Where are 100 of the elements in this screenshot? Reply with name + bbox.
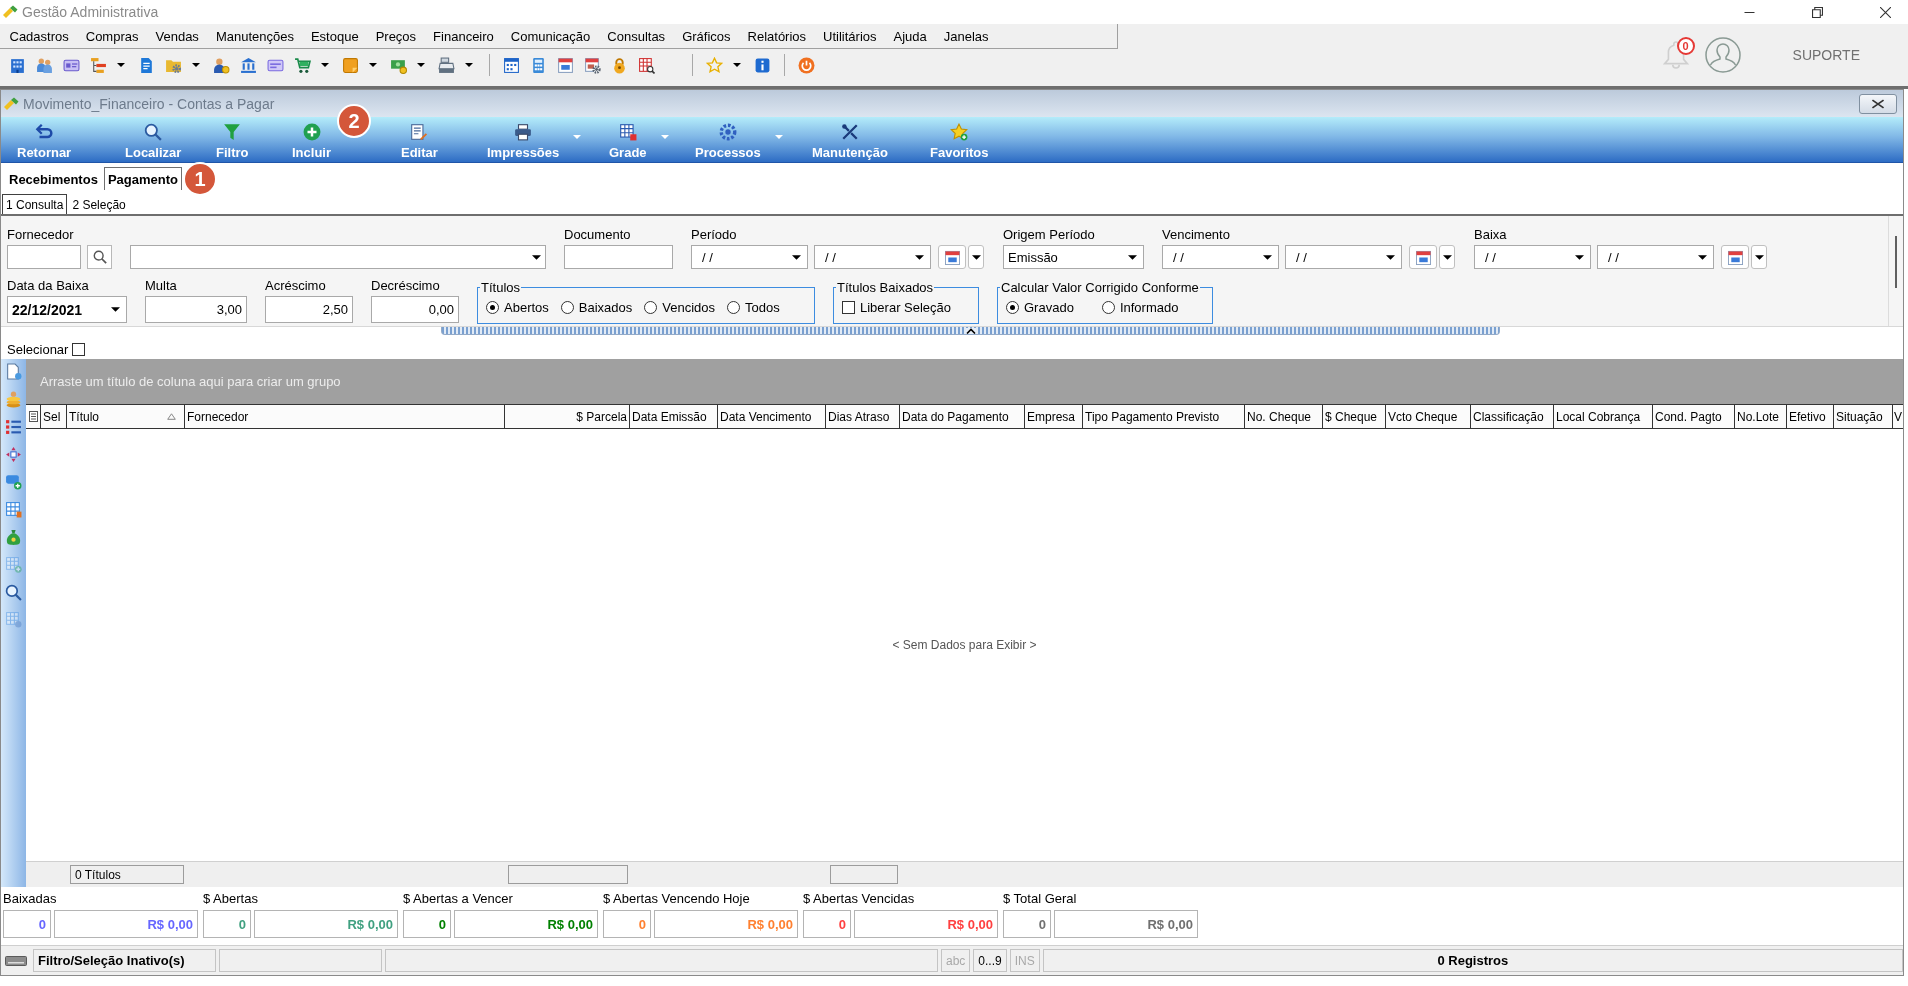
table-search-icon[interactable]: [638, 56, 655, 74]
column-header[interactable]: V: [1893, 405, 1903, 428]
column-header[interactable]: Classificação: [1471, 405, 1554, 428]
cash-register-icon[interactable]: [438, 56, 455, 74]
calendar-button[interactable]: [938, 245, 966, 269]
column-header[interactable]: Empresa: [1025, 405, 1083, 428]
info-icon[interactable]: [754, 56, 771, 74]
ribbon-button[interactable]: Grade: [605, 117, 673, 162]
column-chooser-icon[interactable]: [28, 411, 38, 422]
column-header[interactable]: No. Cheque: [1245, 405, 1323, 428]
radio-button[interactable]: [727, 300, 741, 314]
menu-item[interactable]: Financeiro: [424, 26, 503, 46]
radio-button[interactable]: [1101, 300, 1115, 314]
column-header[interactable]: Vcto Cheque: [1386, 405, 1471, 428]
calculator-icon[interactable]: [530, 56, 547, 74]
number-field[interactable]: 2,50: [265, 296, 353, 323]
search-icon[interactable]: [5, 583, 22, 601]
column-header[interactable]: Efetivo: [1787, 405, 1834, 428]
menu-item[interactable]: Janelas: [935, 26, 998, 46]
radio-button[interactable]: [486, 300, 499, 314]
radio-button[interactable]: [644, 300, 658, 314]
bell-icon[interactable]: [1662, 40, 1689, 70]
star-icon[interactable]: [706, 56, 723, 74]
date-field[interactable]: / /: [1162, 245, 1279, 269]
column-header[interactable]: Fornecedor: [185, 405, 505, 428]
calendar-icon[interactable]: [557, 56, 574, 74]
menu-item[interactable]: Relatórios: [739, 26, 815, 46]
ribbon-button[interactable]: Impressões: [483, 117, 586, 162]
note-icon[interactable]: [342, 56, 359, 74]
menu-item[interactable]: Cadastros: [1, 26, 78, 46]
number-field[interactable]: 3,00: [145, 296, 247, 323]
search-button[interactable]: [87, 245, 112, 269]
menu-item[interactable]: Manutenções: [207, 26, 303, 46]
building-icon[interactable]: [9, 56, 26, 74]
radio-button[interactable]: [1006, 300, 1019, 314]
close-button[interactable]: [1859, 93, 1897, 114]
column-header[interactable]: Sel: [41, 405, 67, 428]
calendar-gear-icon[interactable]: [584, 56, 601, 74]
caret-icon[interactable]: [192, 63, 200, 67]
text-field[interactable]: [564, 245, 673, 269]
dropdown-button[interactable]: [968, 245, 984, 269]
column-header[interactable]: Dias Atraso: [826, 405, 900, 428]
menu-item[interactable]: Preços: [367, 26, 425, 46]
hierarchy-icon[interactable]: [90, 56, 107, 74]
column-header[interactable]: Cond. Pagto: [1653, 405, 1735, 428]
ribbon-button[interactable]: Favoritos: [926, 117, 993, 162]
document-icon[interactable]: [5, 363, 22, 380]
column-header[interactable]: Situação: [1834, 405, 1893, 428]
date-field[interactable]: / /: [1285, 245, 1402, 269]
bank-icon[interactable]: [240, 56, 257, 74]
caret-icon[interactable]: [117, 63, 125, 67]
calendar-button[interactable]: [1721, 245, 1749, 269]
menu-item[interactable]: Vendas: [147, 26, 208, 46]
date-field[interactable]: / /: [691, 245, 808, 269]
user-name[interactable]: SUPORTE: [1792, 47, 1860, 63]
checkbox[interactable]: [72, 342, 86, 356]
ribbon-button[interactable]: Processos: [691, 117, 787, 162]
caret-icon[interactable]: [733, 63, 741, 67]
checkbox[interactable]: [842, 300, 855, 314]
padlock-icon[interactable]: [611, 56, 628, 74]
column-header[interactable]: $ Cheque: [1323, 405, 1386, 428]
column-header[interactable]: $ Parcela: [505, 405, 630, 428]
calendar-icon[interactable]: [503, 56, 520, 74]
ribbon-button[interactable]: Retornar: [13, 117, 76, 162]
menu-item[interactable]: Utilitários: [814, 26, 886, 46]
dropdown-button[interactable]: [1751, 245, 1767, 269]
menu-item[interactable]: Consultas: [598, 26, 674, 46]
ribbon-button[interactable]: Editar: [397, 117, 442, 162]
date-field[interactable]: / /: [1597, 245, 1714, 269]
splitter-handle[interactable]: [441, 327, 1500, 335]
date-field[interactable]: 22/12/2021: [7, 296, 127, 323]
date-field[interactable]: / /: [1474, 245, 1591, 269]
tab[interactable]: 1 Consulta: [2, 194, 68, 214]
caret-icon[interactable]: [321, 63, 329, 67]
tab[interactable]: Pagamento: [103, 167, 182, 190]
cart-icon[interactable]: [294, 56, 311, 74]
column-header[interactable]: Data Emissão: [630, 405, 718, 428]
money-bag-icon[interactable]: [5, 528, 22, 546]
user-avatar-icon[interactable]: [1704, 37, 1741, 73]
move-icon[interactable]: [5, 445, 22, 463]
radio-button[interactable]: [560, 300, 574, 314]
column-header[interactable]: No.Lote: [1735, 405, 1787, 428]
list-icon[interactable]: [5, 418, 22, 436]
column-header[interactable]: Título: [67, 405, 185, 428]
person-coin-icon[interactable]: [213, 56, 230, 74]
menu-item[interactable]: Ajuda: [885, 26, 936, 46]
power-icon[interactable]: [798, 56, 815, 74]
ribbon-button[interactable]: Filtro: [212, 117, 253, 162]
menu-item[interactable]: Gráficos: [673, 26, 740, 46]
grid-edit-icon[interactable]: [5, 500, 22, 518]
code-field[interactable]: [7, 245, 81, 269]
menu-item[interactable]: Comunicação: [502, 26, 599, 46]
document-icon[interactable]: [138, 56, 155, 74]
caret-icon[interactable]: [417, 63, 425, 67]
ribbon-button[interactable]: Localizar: [121, 117, 186, 162]
ribbon-button[interactable]: Manutenção: [808, 117, 892, 162]
dropdown-button[interactable]: [1439, 245, 1455, 269]
number-field[interactable]: 0,00: [371, 296, 459, 323]
column-header[interactable]: Data Vencimento: [718, 405, 826, 428]
column-header[interactable]: Tipo Pagamento Previsto: [1083, 405, 1245, 428]
